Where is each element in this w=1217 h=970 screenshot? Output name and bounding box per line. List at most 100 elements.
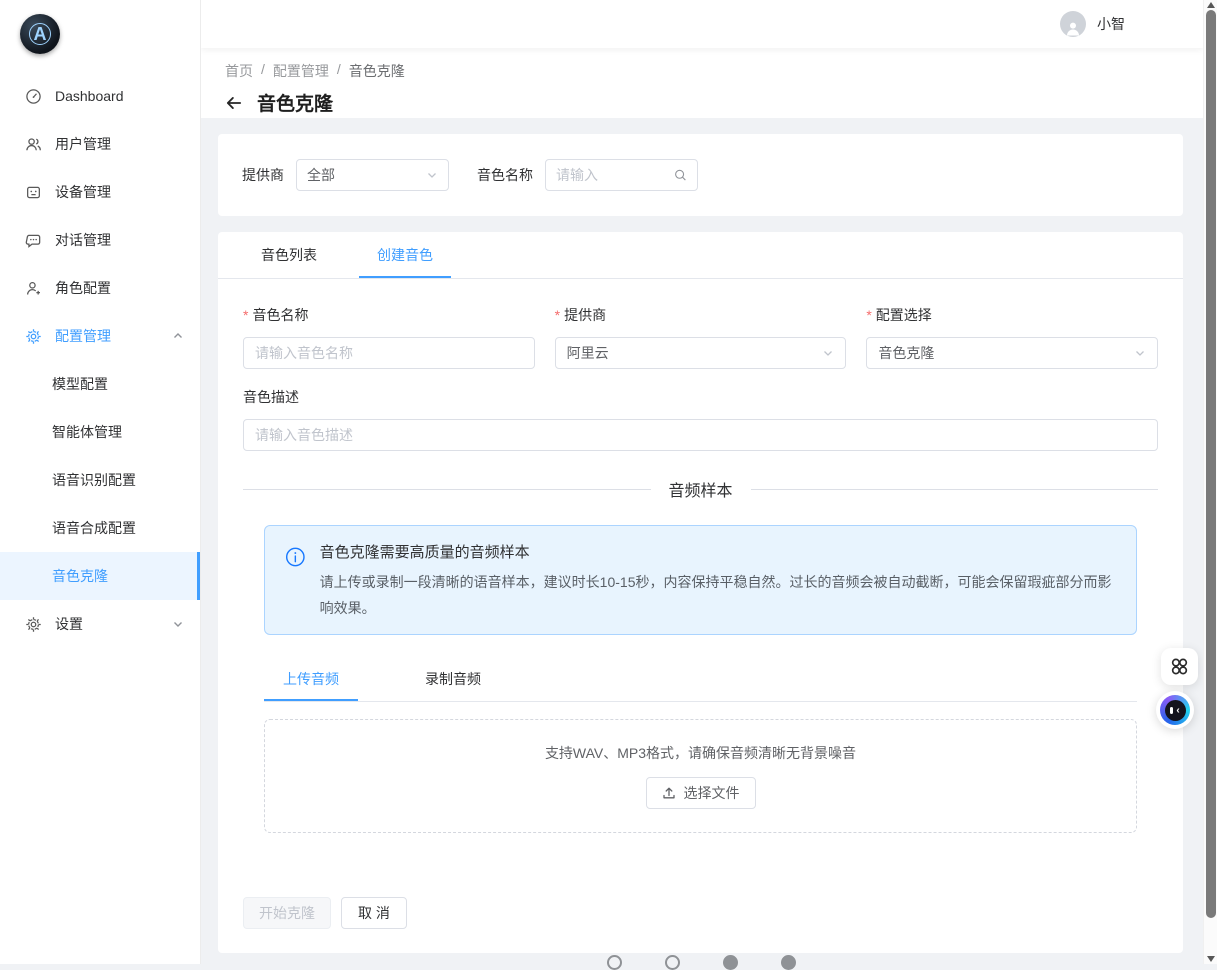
description-label: 音色描述 bbox=[243, 387, 299, 407]
sidebar-item-label: Dashboard bbox=[55, 88, 184, 104]
main-content: 提供商 全部 音色名称 音色列表 创建音色 * 音色名称 bbox=[201, 118, 1203, 964]
breadcrumb-config-management[interactable]: 配置管理 bbox=[273, 61, 329, 81]
username: 小智 bbox=[1097, 14, 1125, 34]
chevron-down-icon bbox=[822, 347, 834, 359]
breadcrumb-separator: / bbox=[261, 61, 265, 81]
search-icon[interactable] bbox=[674, 168, 687, 182]
avatar bbox=[1060, 11, 1086, 37]
apps-grid-button[interactable] bbox=[1161, 648, 1198, 685]
cancel-button[interactable]: 取 消 bbox=[341, 897, 407, 929]
device-icon bbox=[25, 184, 42, 201]
page-title: 音色克隆 bbox=[257, 89, 333, 116]
tab-create-voice[interactable]: 创建音色 bbox=[359, 232, 451, 278]
scrollbar[interactable] bbox=[1203, 0, 1217, 964]
breadcrumb-home[interactable]: 首页 bbox=[225, 61, 253, 81]
sidebar-subitem-label: 智能体管理 bbox=[52, 422, 122, 442]
choose-file-button[interactable]: 选择文件 bbox=[646, 777, 756, 809]
chevron-down-icon bbox=[426, 169, 438, 181]
required-mark: * bbox=[866, 307, 871, 323]
assistant-robot-button[interactable]: ‹ bbox=[1156, 691, 1194, 729]
sidebar-subitem-agent-management[interactable]: 智能体管理 bbox=[0, 408, 200, 456]
footer-icon-3[interactable] bbox=[723, 955, 738, 970]
sidebar-item-settings[interactable]: 设置 bbox=[0, 600, 200, 648]
sidebar-item-devices[interactable]: 设备管理 bbox=[0, 168, 200, 216]
sidebar-item-config-management[interactable]: 配置管理 bbox=[0, 312, 200, 360]
provider-filter-label: 提供商 bbox=[242, 165, 284, 185]
sidebar-item-label: 配置管理 bbox=[55, 326, 159, 346]
sidebar-subitem-label: 语音合成配置 bbox=[52, 518, 136, 538]
voice-name-input[interactable] bbox=[255, 345, 523, 361]
audio-sample-title: 音频样本 bbox=[669, 477, 733, 501]
back-button[interactable] bbox=[225, 94, 243, 112]
description-field bbox=[243, 419, 1158, 451]
audio-sample-divider: 音频样本 bbox=[243, 477, 1158, 501]
upload-hint: 支持WAV、MP3格式，请确保音频清晰无背景噪音 bbox=[545, 743, 856, 763]
choose-file-label: 选择文件 bbox=[684, 783, 740, 803]
required-mark: * bbox=[555, 307, 560, 323]
gear-icon bbox=[25, 328, 42, 345]
assistant-robot-icon: ‹ bbox=[1160, 695, 1190, 725]
chevron-down-icon bbox=[1134, 347, 1146, 359]
provider-filter-value: 全部 bbox=[307, 165, 335, 185]
tab-voice-list[interactable]: 音色列表 bbox=[243, 232, 335, 278]
config-select-value: 音色克隆 bbox=[878, 343, 934, 363]
breadcrumb-separator: / bbox=[337, 61, 341, 81]
scrollbar-thumb[interactable] bbox=[1206, 10, 1216, 918]
info-icon bbox=[285, 546, 306, 568]
sidebar-item-roles[interactable]: 角色配置 bbox=[0, 264, 200, 312]
voice-name-search-input[interactable] bbox=[556, 167, 674, 183]
gear-icon bbox=[25, 616, 42, 633]
sidebar-item-label: 对话管理 bbox=[55, 230, 184, 250]
sidebar-subitem-voice-clone[interactable]: 音色克隆 bbox=[0, 552, 200, 600]
logo-a-icon: A bbox=[29, 23, 51, 45]
voice-clone-card: 音色列表 创建音色 * 音色名称 * 提供商 bbox=[218, 232, 1183, 953]
footer-icon-4[interactable] bbox=[781, 955, 796, 970]
chevron-down-icon bbox=[172, 618, 184, 630]
sidebar-item-label: 设备管理 bbox=[55, 182, 184, 202]
chevron-up-icon bbox=[172, 330, 184, 342]
user-menu[interactable]: 小智 bbox=[1060, 11, 1125, 37]
user-add-icon bbox=[25, 280, 42, 297]
sidebar-item-conversations[interactable]: 对话管理 bbox=[0, 216, 200, 264]
voice-name-label: 音色名称 bbox=[252, 305, 308, 325]
main-tabs: 音色列表 创建音色 bbox=[218, 232, 1183, 279]
provider-label: 提供商 bbox=[564, 305, 606, 325]
app-logo[interactable]: A bbox=[20, 14, 60, 54]
sidebar-item-label: 设置 bbox=[55, 614, 159, 634]
tab-upload-audio[interactable]: 上传音频 bbox=[264, 657, 358, 701]
voice-name-field bbox=[243, 337, 535, 369]
footer-icon-2[interactable] bbox=[665, 955, 680, 970]
sidebar-subitem-label: 音色克隆 bbox=[52, 566, 108, 586]
provider-filter-select[interactable]: 全部 bbox=[296, 159, 449, 191]
users-icon bbox=[25, 136, 42, 153]
sidebar-subitem-model-config[interactable]: 模型配置 bbox=[0, 360, 200, 408]
sidebar-item-dashboard[interactable]: Dashboard bbox=[0, 72, 200, 120]
arrow-left-icon bbox=[225, 94, 243, 112]
sidebar-item-label: 角色配置 bbox=[55, 278, 184, 298]
upload-dropzone[interactable]: 支持WAV、MP3格式，请确保音频清晰无背景噪音 选择文件 bbox=[264, 719, 1137, 833]
sidebar: A Dashboard 用户管理 设备管理 对话管理 角色配置 bbox=[0, 0, 201, 964]
start-clone-button[interactable]: 开始克隆 bbox=[243, 897, 331, 929]
person-icon bbox=[1064, 19, 1082, 37]
sidebar-item-label: 用户管理 bbox=[55, 134, 184, 154]
audio-sample-alert: 音色克隆需要高质量的音频样本 请上传或录制一段清晰的语音样本，建议时长10-15… bbox=[264, 525, 1137, 635]
provider-value: 阿里云 bbox=[567, 343, 609, 363]
apps-grid-icon bbox=[1169, 656, 1190, 677]
config-select[interactable]: 音色克隆 bbox=[866, 337, 1158, 369]
scroll-up-arrow[interactable] bbox=[1207, 2, 1215, 8]
breadcrumb: 首页 / 配置管理 / 音色克隆 bbox=[225, 61, 1203, 81]
sidebar-subitem-asr-config[interactable]: 语音识别配置 bbox=[0, 456, 200, 504]
alert-body: 请上传或录制一段清晰的语音样本，建议时长10-15秒，内容保持平稳自然。过长的音… bbox=[320, 569, 1116, 621]
breadcrumb-current: 音色克隆 bbox=[349, 61, 405, 81]
sidebar-subitem-tts-config[interactable]: 语音合成配置 bbox=[0, 504, 200, 552]
audio-source-tabs: 上传音频 录制音频 bbox=[264, 657, 1137, 702]
provider-select[interactable]: 阿里云 bbox=[555, 337, 847, 369]
description-input[interactable] bbox=[255, 427, 1146, 443]
sidebar-subitem-label: 模型配置 bbox=[52, 374, 108, 394]
upload-icon bbox=[662, 786, 676, 800]
scroll-down-arrow[interactable] bbox=[1207, 956, 1215, 962]
dashboard-icon bbox=[25, 88, 42, 105]
footer-icon-1[interactable] bbox=[607, 955, 622, 970]
tab-record-audio[interactable]: 录制音频 bbox=[406, 657, 500, 701]
sidebar-item-users[interactable]: 用户管理 bbox=[0, 120, 200, 168]
